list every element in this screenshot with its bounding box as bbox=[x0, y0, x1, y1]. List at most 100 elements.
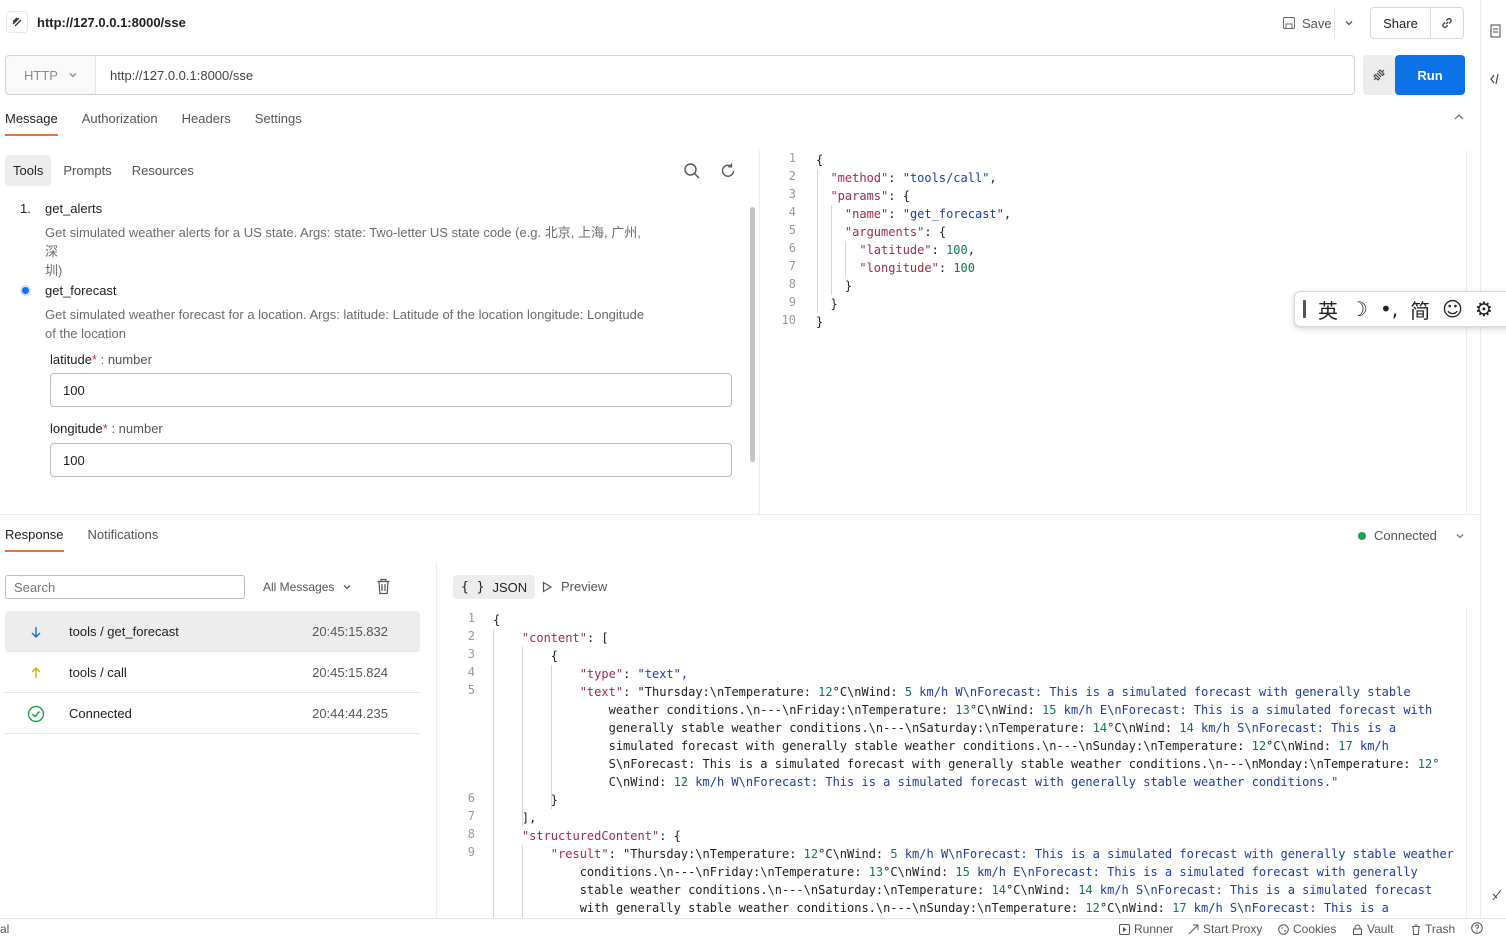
tab-resources[interactable]: Resources bbox=[124, 155, 202, 186]
tab-response[interactable]: Response bbox=[5, 527, 64, 552]
chevron-down-icon bbox=[69, 73, 77, 78]
line-number: 6 bbox=[788, 241, 796, 255]
braces-icon: { } bbox=[461, 579, 485, 595]
tool-index: 1. bbox=[20, 201, 31, 216]
code-line: "longitude": 100 bbox=[859, 261, 975, 275]
chevron-down-icon bbox=[1345, 21, 1352, 26]
line-number: 7 bbox=[467, 809, 475, 823]
cookie-icon bbox=[1278, 923, 1289, 935]
preview-view-button[interactable]: Preview bbox=[541, 579, 607, 594]
line-number: 5 bbox=[788, 223, 796, 237]
tab-headers[interactable]: Headers bbox=[182, 111, 231, 136]
tab-tools[interactable]: Tools bbox=[5, 155, 52, 186]
disconnect-button[interactable] bbox=[1363, 55, 1395, 95]
ime-moon-icon[interactable]: ☽ bbox=[1350, 297, 1368, 321]
line-number: 7 bbox=[788, 259, 796, 273]
tab-message[interactable]: Message bbox=[5, 111, 58, 136]
pen-icon[interactable] bbox=[1491, 888, 1503, 902]
line-number: 9 bbox=[467, 845, 475, 859]
url-input[interactable] bbox=[96, 56, 1354, 94]
plug-off-icon bbox=[1373, 69, 1385, 81]
json-view-button[interactable]: { } JSON bbox=[453, 575, 536, 599]
code-line: { bbox=[493, 613, 501, 627]
save-dropdown-button[interactable] bbox=[1334, 8, 1362, 38]
refresh-icon[interactable] bbox=[719, 162, 737, 180]
share-button[interactable]: Share bbox=[1371, 8, 1431, 38]
longitude-input[interactable] bbox=[50, 443, 732, 477]
runner-button[interactable]: Runner bbox=[1119, 922, 1173, 936]
tab-settings[interactable]: Settings bbox=[255, 111, 302, 136]
check-circle-icon bbox=[27, 705, 45, 723]
request-title[interactable]: http://127.0.0.1:8000/sse bbox=[37, 15, 186, 30]
code-line: stable weather conditions.\n---\nSaturda… bbox=[493, 883, 1433, 897]
ime-punct-icon[interactable]: •, bbox=[1380, 297, 1398, 321]
message-time: 20:45:15.832 bbox=[312, 624, 388, 639]
tab-prompts[interactable]: Prompts bbox=[55, 155, 119, 186]
help-icon[interactable] bbox=[1471, 922, 1483, 934]
proxy-icon bbox=[1188, 924, 1199, 934]
line-number: 8 bbox=[467, 827, 475, 841]
field-type: : number bbox=[107, 421, 163, 436]
connection-status[interactable]: Connected bbox=[1358, 528, 1465, 543]
selected-radio[interactable] bbox=[20, 285, 31, 296]
message-row[interactable]: tools / call 20:45:15.824 bbox=[5, 652, 420, 693]
code-line: } bbox=[493, 793, 559, 807]
cookies-button[interactable]: Cookies bbox=[1278, 922, 1336, 936]
line-number: 3 bbox=[467, 647, 475, 661]
message-row[interactable]: Connected 20:44:44.235 bbox=[5, 693, 420, 734]
code-line: "text": "Thursday:\nTemperature: 12°C\nW… bbox=[579, 685, 1411, 699]
tab-notifications[interactable]: Notifications bbox=[88, 527, 159, 552]
ime-emoji-icon[interactable]: ☺ bbox=[1442, 297, 1463, 321]
field-name: longitude bbox=[50, 421, 103, 436]
code-line: generally stable weather conditions.\n--… bbox=[493, 721, 1397, 735]
tools-scrollbar[interactable] bbox=[750, 207, 755, 462]
response-code-viewer[interactable]: 1 {2 "content": [3 {4 "type": "text", 5 "t… bbox=[455, 611, 1460, 918]
code-line: "name": "get_forecast", bbox=[844, 207, 1012, 221]
tool-name: get_alerts bbox=[45, 201, 103, 216]
code-line: "type": "text", bbox=[579, 667, 689, 681]
docs-icon[interactable] bbox=[1490, 24, 1502, 38]
latitude-input[interactable] bbox=[50, 373, 732, 407]
tool-description-line: of the location bbox=[45, 326, 126, 341]
tool-description: Get simulated weather alerts for a US st… bbox=[45, 223, 645, 280]
ime-settings-icon[interactable]: ⚙ bbox=[1475, 297, 1493, 321]
tool-description-line: Get simulated weather forecast for a loc… bbox=[45, 307, 645, 322]
drag-handle[interactable] bbox=[1303, 300, 1306, 318]
play-square-icon bbox=[1119, 923, 1130, 935]
ime-toolbar: 英 ☽ •, 简 ☺ ⚙ bbox=[1294, 291, 1506, 327]
start-proxy-button[interactable]: Start Proxy bbox=[1188, 922, 1262, 936]
latitude-label: latitude* : number bbox=[50, 352, 152, 367]
chevron-up-icon[interactable] bbox=[1452, 110, 1466, 124]
line-number: 10 bbox=[781, 313, 796, 327]
trash-icon[interactable] bbox=[376, 578, 391, 595]
message-search-input[interactable] bbox=[5, 575, 245, 599]
field-type: : number bbox=[96, 352, 152, 367]
message-label: Connected bbox=[69, 706, 132, 721]
copy-link-button[interactable] bbox=[1431, 8, 1463, 38]
code-line: } bbox=[816, 279, 853, 293]
ime-lang-icon[interactable]: 英 bbox=[1318, 295, 1338, 324]
trash-button[interactable]: Trash bbox=[1411, 922, 1455, 936]
code-line: "result": "Thursday:\nTemperature: 12°C\… bbox=[550, 847, 1454, 861]
method-select[interactable]: HTTP bbox=[6, 56, 96, 94]
message-subtabs: Tools Prompts Resources bbox=[5, 155, 202, 186]
status-bar: al Runner Start Proxy Cookies Vault Tras… bbox=[0, 918, 1506, 938]
message-filter-select[interactable]: All Messages bbox=[263, 580, 352, 594]
line-number: 4 bbox=[788, 205, 796, 219]
tab-authorization[interactable]: Authorization bbox=[82, 111, 158, 136]
code-line: S\nForecast: This is a simulated forecas… bbox=[493, 757, 1440, 771]
run-button[interactable]: Run bbox=[1395, 55, 1465, 95]
ime-simplified-icon[interactable]: 简 bbox=[1410, 295, 1430, 324]
message-row[interactable]: tools / get_forecast 20:45:15.832 bbox=[5, 611, 420, 652]
search-icon[interactable] bbox=[683, 162, 701, 180]
trash-icon bbox=[1412, 924, 1420, 935]
save-icon bbox=[1283, 17, 1295, 29]
code-icon[interactable] bbox=[1490, 72, 1504, 86]
save-button[interactable]: Save bbox=[1274, 8, 1340, 38]
code-line: with generally stable weather conditions… bbox=[493, 901, 1389, 915]
vault-button[interactable]: Vault bbox=[1352, 922, 1393, 936]
divider bbox=[0, 514, 1480, 515]
runner-label: Runner bbox=[1134, 922, 1174, 936]
code-line: "latitude": 100, bbox=[859, 243, 975, 257]
longitude-label: longitude* : number bbox=[50, 421, 163, 436]
